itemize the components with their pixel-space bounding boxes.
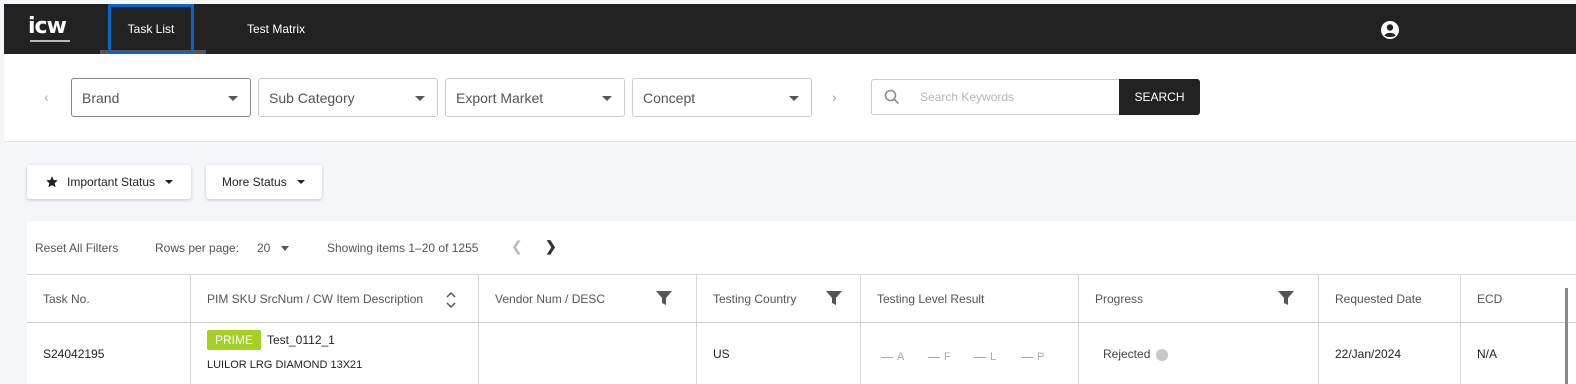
filter-icon[interactable] bbox=[655, 290, 673, 306]
prime-badge: PRIME bbox=[207, 330, 262, 350]
next-page-icon[interactable]: ❯ bbox=[545, 238, 557, 255]
brand-select[interactable]: Brand bbox=[71, 78, 251, 117]
search-button[interactable]: SEARCH bbox=[1119, 79, 1200, 115]
column-header-sku[interactable]: PIM SKU SrcNum / CW Item Description bbox=[191, 275, 479, 323]
more-status-label: More Status bbox=[222, 175, 287, 189]
chevron-down-icon bbox=[165, 180, 173, 184]
top-navbar: icw Task List Test Matrix bbox=[4, 4, 1576, 54]
cell-progress[interactable]: Rejected bbox=[1079, 323, 1319, 384]
status-dot-icon bbox=[1156, 348, 1169, 361]
level-p: P bbox=[1021, 351, 1044, 363]
progress-status: Rejected bbox=[1103, 347, 1151, 361]
level-f: F bbox=[928, 351, 951, 363]
cell-task-no[interactable]: S24042195 bbox=[27, 323, 191, 384]
user-account-icon[interactable] bbox=[1380, 20, 1400, 40]
item-description: LUILOR LRG DIAMOND 13X21 bbox=[207, 359, 363, 371]
export-market-label: Export Market bbox=[456, 90, 544, 106]
filter-scroll-left-icon[interactable]: ‹ bbox=[44, 90, 56, 104]
column-header-ecd[interactable]: ECD bbox=[1461, 275, 1576, 323]
sort-icon[interactable] bbox=[445, 290, 457, 310]
sku-number: Test_0112_1 bbox=[267, 333, 335, 347]
search-icon bbox=[884, 89, 900, 105]
column-header-requested-date[interactable]: Requested Date bbox=[1319, 275, 1461, 323]
star-icon bbox=[46, 176, 58, 188]
filter-bar: ‹ Brand Sub Category Export Market Conce… bbox=[4, 54, 1576, 142]
concept-select[interactable]: Concept bbox=[632, 78, 812, 117]
chevron-down-icon bbox=[297, 180, 305, 184]
tab-test-matrix[interactable]: Test Matrix bbox=[228, 4, 324, 54]
level-l: L bbox=[974, 351, 996, 363]
filter-icon[interactable] bbox=[825, 290, 843, 306]
filter-scroll-right-icon[interactable]: › bbox=[832, 90, 844, 104]
table-scrollbar[interactable] bbox=[1565, 288, 1568, 384]
search-input[interactable] bbox=[920, 87, 1110, 107]
cell-testing-level-result[interactable]: A F L P bbox=[861, 323, 1079, 384]
sub-category-select[interactable]: Sub Category bbox=[258, 78, 438, 117]
level-a: A bbox=[881, 351, 904, 363]
column-header-testing-country[interactable]: Testing Country bbox=[697, 275, 861, 323]
cell-sku[interactable]: PRIME Test_0112_1 LUILOR LRG DIAMOND 13X… bbox=[191, 323, 479, 384]
column-header-vendor-label: Vendor Num / DESC bbox=[495, 292, 606, 306]
chevron-down-icon[interactable] bbox=[281, 246, 289, 251]
column-header-testing-level[interactable]: Testing Level Result bbox=[861, 275, 1079, 323]
prev-page-icon[interactable]: ❮ bbox=[511, 238, 523, 255]
more-status-button[interactable]: More Status bbox=[206, 165, 322, 199]
column-header-vendor[interactable]: Vendor Num / DESC bbox=[479, 275, 697, 323]
important-status-button[interactable]: Important Status bbox=[27, 165, 191, 199]
chevron-down-icon bbox=[602, 96, 612, 101]
logo-text: icw bbox=[28, 14, 67, 39]
filter-icon[interactable] bbox=[1277, 290, 1295, 306]
search-box bbox=[871, 79, 1121, 115]
sub-category-label: Sub Category bbox=[269, 90, 355, 106]
chevron-down-icon bbox=[228, 96, 238, 101]
tab-task-list[interactable]: Task List bbox=[108, 4, 194, 54]
column-header-sku-label: PIM SKU SrcNum / CW Item Description bbox=[207, 292, 424, 306]
chevron-down-icon bbox=[789, 96, 799, 101]
pagination-summary: Showing items 1–20 of 1255 bbox=[327, 241, 479, 255]
column-header-progress-label: Progress bbox=[1095, 292, 1144, 306]
chevron-down-icon bbox=[415, 96, 425, 101]
cell-testing-country[interactable]: US bbox=[697, 323, 861, 384]
task-table-panel: Reset All Filters Rows per page: 20 Show… bbox=[27, 221, 1576, 384]
export-market-select[interactable]: Export Market bbox=[445, 78, 625, 117]
rows-per-page-select[interactable]: 20 bbox=[257, 241, 270, 255]
reset-filters-link[interactable]: Reset All Filters bbox=[35, 241, 118, 255]
cell-requested-date[interactable]: 22/Jan/2024 bbox=[1319, 323, 1461, 384]
column-header-progress[interactable]: Progress bbox=[1079, 275, 1319, 323]
concept-label: Concept bbox=[643, 90, 696, 106]
logo-tagline-bar bbox=[30, 40, 70, 42]
rows-per-page-label: Rows per page: bbox=[155, 241, 240, 255]
task-table: Task No. PIM SKU SrcNum / CW Item Descri… bbox=[27, 274, 1576, 384]
column-header-task-no[interactable]: Task No. bbox=[27, 275, 191, 323]
table-toolbar: Reset All Filters Rows per page: 20 Show… bbox=[27, 221, 1576, 274]
cell-ecd[interactable]: N/A bbox=[1461, 323, 1576, 384]
cell-vendor[interactable] bbox=[479, 323, 697, 384]
brand-logo[interactable]: icw bbox=[28, 14, 80, 48]
column-header-testing-country-label: Testing Country bbox=[713, 292, 797, 306]
brand-select-label: Brand bbox=[82, 90, 120, 106]
important-status-label: Important Status bbox=[67, 175, 156, 189]
